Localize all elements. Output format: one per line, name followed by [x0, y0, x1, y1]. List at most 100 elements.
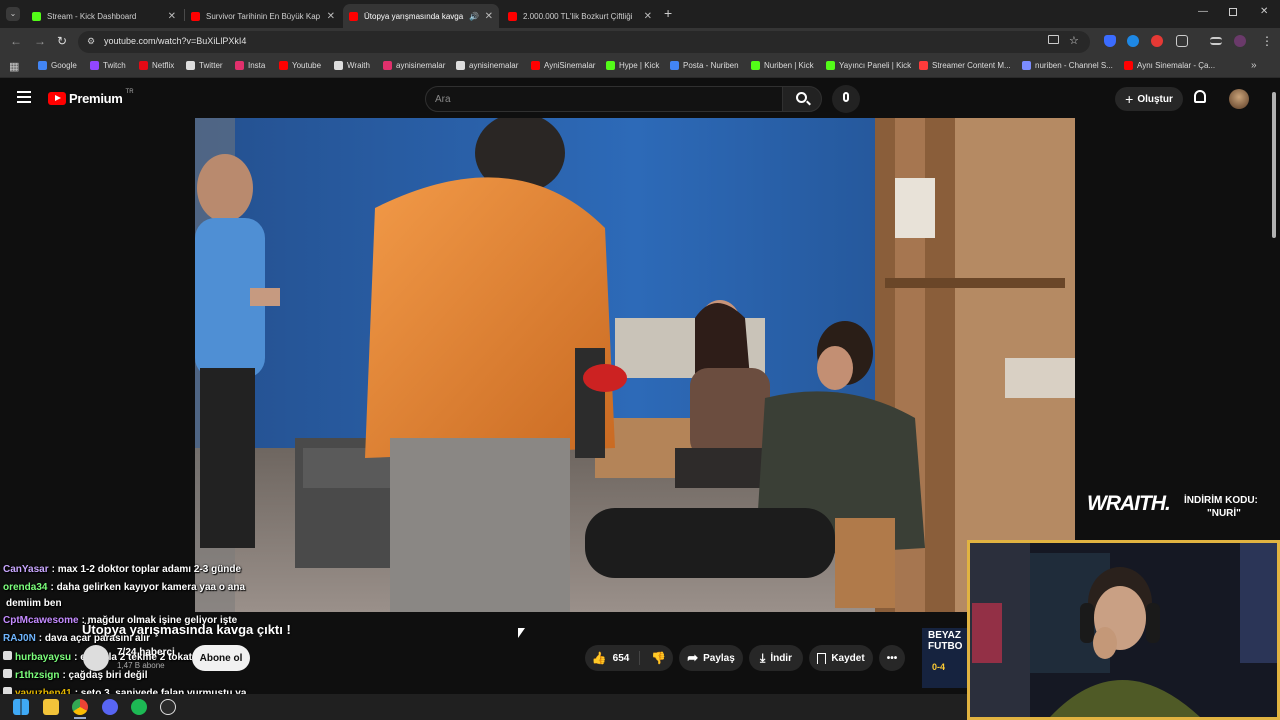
bookmark-item[interactable]: Netflix: [139, 61, 174, 70]
chat-text: : çağdaş biri değil: [62, 670, 148, 681]
tab-utopya[interactable]: Ütopya yarışmasında kavga 🔊 ✕: [343, 4, 499, 28]
close-icon[interactable]: ✕: [644, 11, 652, 22]
share-label: Paylaş: [703, 652, 735, 664]
file-explorer-icon[interactable]: [43, 699, 59, 715]
account-avatar[interactable]: [1229, 89, 1249, 109]
hamburger-menu-icon[interactable]: [17, 91, 31, 93]
tab-kick-dashboard[interactable]: Stream - Kick Dashboard ✕: [26, 4, 182, 28]
bookmark-item[interactable]: Streamer Content M...: [919, 61, 1011, 70]
chat-badge-icon: [3, 651, 12, 660]
bookmark-item[interactable]: Aynı Sinemalar - Ça...: [1124, 61, 1215, 70]
search-input[interactable]: Ara: [425, 86, 783, 112]
close-icon[interactable]: ✕: [485, 11, 493, 22]
reload-icon[interactable]: ↻: [57, 34, 67, 48]
tab-survivor[interactable]: Survivor Tarihinin En Büyük Kap ✕: [185, 4, 341, 28]
bookmark-star-icon[interactable]: ☆: [1069, 34, 1079, 47]
bookmark-favicon-icon: [670, 61, 679, 70]
speaker-icon[interactable]: 🔊: [469, 12, 479, 21]
bookmark-favicon-icon: [751, 61, 760, 70]
bookmark-favicon-icon: [38, 61, 47, 70]
bookmark-item[interactable]: AyniSinemalar: [531, 61, 595, 70]
more-actions-button[interactable]: •••: [879, 645, 905, 671]
extension-red-icon[interactable]: [1151, 35, 1163, 47]
browser-tab-strip: ⌄ Stream - Kick Dashboard ✕ Survivor Tar…: [0, 0, 1280, 28]
bookmark-item[interactable]: Yayıncı Paneli | Kick: [826, 61, 911, 70]
more-bookmarks-icon[interactable]: »: [1251, 60, 1257, 71]
bookmark-item[interactable]: aynisinemalar: [456, 61, 518, 70]
site-info-icon[interactable]: ⚙: [87, 36, 95, 47]
chrome-icon[interactable]: [72, 699, 88, 715]
sponsor-overlay: WRAITH. İNDİRİM KODU: "NURİ": [1085, 490, 1270, 524]
bookmark-label: Insta: [248, 61, 266, 70]
active-app-indicator: [74, 717, 86, 719]
bookmark-favicon-icon: [1124, 61, 1133, 70]
tab-search-icon[interactable]: ⌄: [6, 7, 20, 21]
spotify-icon[interactable]: [131, 699, 147, 715]
channel-avatar[interactable]: [83, 645, 109, 671]
browser-menu-icon[interactable]: ⋮: [1261, 34, 1273, 48]
back-icon[interactable]: ←: [10, 34, 22, 48]
bookmark-item[interactable]: aynisinemalar: [383, 61, 445, 70]
like-count: 654: [612, 652, 630, 664]
bookmark-item[interactable]: Wraith: [334, 61, 370, 70]
video-frame: [195, 118, 1075, 612]
bookmark-favicon-icon: [334, 61, 343, 70]
youtube-premium-logo[interactable]: Premium TR: [48, 89, 134, 106]
page-scrollbar[interactable]: [1272, 92, 1276, 238]
recommended-thumbnail[interactable]: BEYAZ FUTBO 0-4: [922, 628, 967, 688]
download-button[interactable]: ⤓ İndir: [749, 645, 803, 671]
youtube-icon: [349, 11, 358, 21]
create-button[interactable]: + Oluştur: [1115, 87, 1183, 111]
profile-icon[interactable]: [1234, 35, 1246, 47]
bookmark-item[interactable]: Insta: [235, 61, 265, 70]
obs-icon[interactable]: [160, 699, 176, 715]
discord-icon[interactable]: [102, 699, 118, 715]
windows-start-icon[interactable]: [13, 699, 29, 715]
subscribe-button[interactable]: Abone ol: [192, 645, 250, 671]
bookmark-item[interactable]: Posta - Nuriben: [670, 61, 739, 70]
create-label: Oluştur: [1137, 93, 1173, 105]
bookmark-item[interactable]: nuriben - Channel S...: [1022, 61, 1113, 70]
bookmark-label: aynisinemalar: [469, 61, 519, 70]
close-icon[interactable]: ✕: [327, 11, 335, 22]
minimize-icon[interactable]: —: [1198, 6, 1208, 17]
media-control-icon[interactable]: [1210, 37, 1222, 45]
forward-icon[interactable]: →: [34, 34, 46, 48]
dislike-button[interactable]: 👎: [645, 651, 666, 665]
bookmark-label: AyniSinemalar: [544, 61, 596, 70]
channel-name[interactable]: 7/24 haberci: [117, 647, 175, 658]
new-tab-icon[interactable]: +: [664, 5, 672, 21]
webcam-frame: [970, 543, 1277, 717]
restore-icon[interactable]: [1229, 8, 1237, 16]
chat-text: : max 1-2 doktor toplar adamı 2-3 günde: [51, 564, 242, 575]
thumb-line1: BEYAZ: [928, 630, 961, 641]
chat-message: orenda34: daha gelirken kayıyor kamera y…: [3, 582, 245, 593]
bookmark-item[interactable]: Nuriben | Kick: [751, 61, 814, 70]
save-button[interactable]: Kaydet: [809, 645, 873, 671]
extensions-puzzle-icon[interactable]: [1176, 35, 1188, 47]
cast-icon[interactable]: [1048, 35, 1059, 44]
like-button[interactable]: 👍 654: [592, 651, 641, 665]
bookmark-favicon-icon: [826, 61, 835, 70]
bookmark-item[interactable]: Twitch: [90, 61, 126, 70]
window-close-icon[interactable]: ✕: [1260, 6, 1268, 17]
address-bar[interactable]: ⚙ youtube.com/watch?v=BuXiLlPXkI4 ☆: [78, 31, 1090, 53]
tab-label: 2.000.000 TL'lik Bozkurt Çiftliği: [523, 11, 633, 21]
extension-shield-icon[interactable]: [1104, 35, 1116, 47]
bookmark-item[interactable]: Google: [38, 61, 77, 70]
extension-globe-icon[interactable]: [1127, 35, 1139, 47]
share-button[interactable]: ➦ Paylaş: [679, 645, 743, 671]
bookmark-item[interactable]: Youtube: [279, 61, 321, 70]
tab-bozkurt[interactable]: 2.000.000 TL'lik Bozkurt Çiftliği ✕: [502, 4, 658, 28]
bookmark-label: Twitch: [103, 61, 126, 70]
apps-grid-icon[interactable]: ▦: [9, 60, 19, 73]
bookmark-label: Youtube: [292, 61, 322, 70]
notifications-bell-icon[interactable]: [1194, 90, 1206, 103]
search-button[interactable]: [782, 86, 822, 112]
bookmark-item[interactable]: Hype | Kick: [606, 61, 659, 70]
youtube-icon: [191, 11, 200, 21]
bookmark-item[interactable]: Twitter: [186, 61, 223, 70]
voice-search-button[interactable]: [832, 85, 860, 113]
video-player[interactable]: [195, 118, 1075, 612]
close-icon[interactable]: ✕: [168, 11, 176, 22]
